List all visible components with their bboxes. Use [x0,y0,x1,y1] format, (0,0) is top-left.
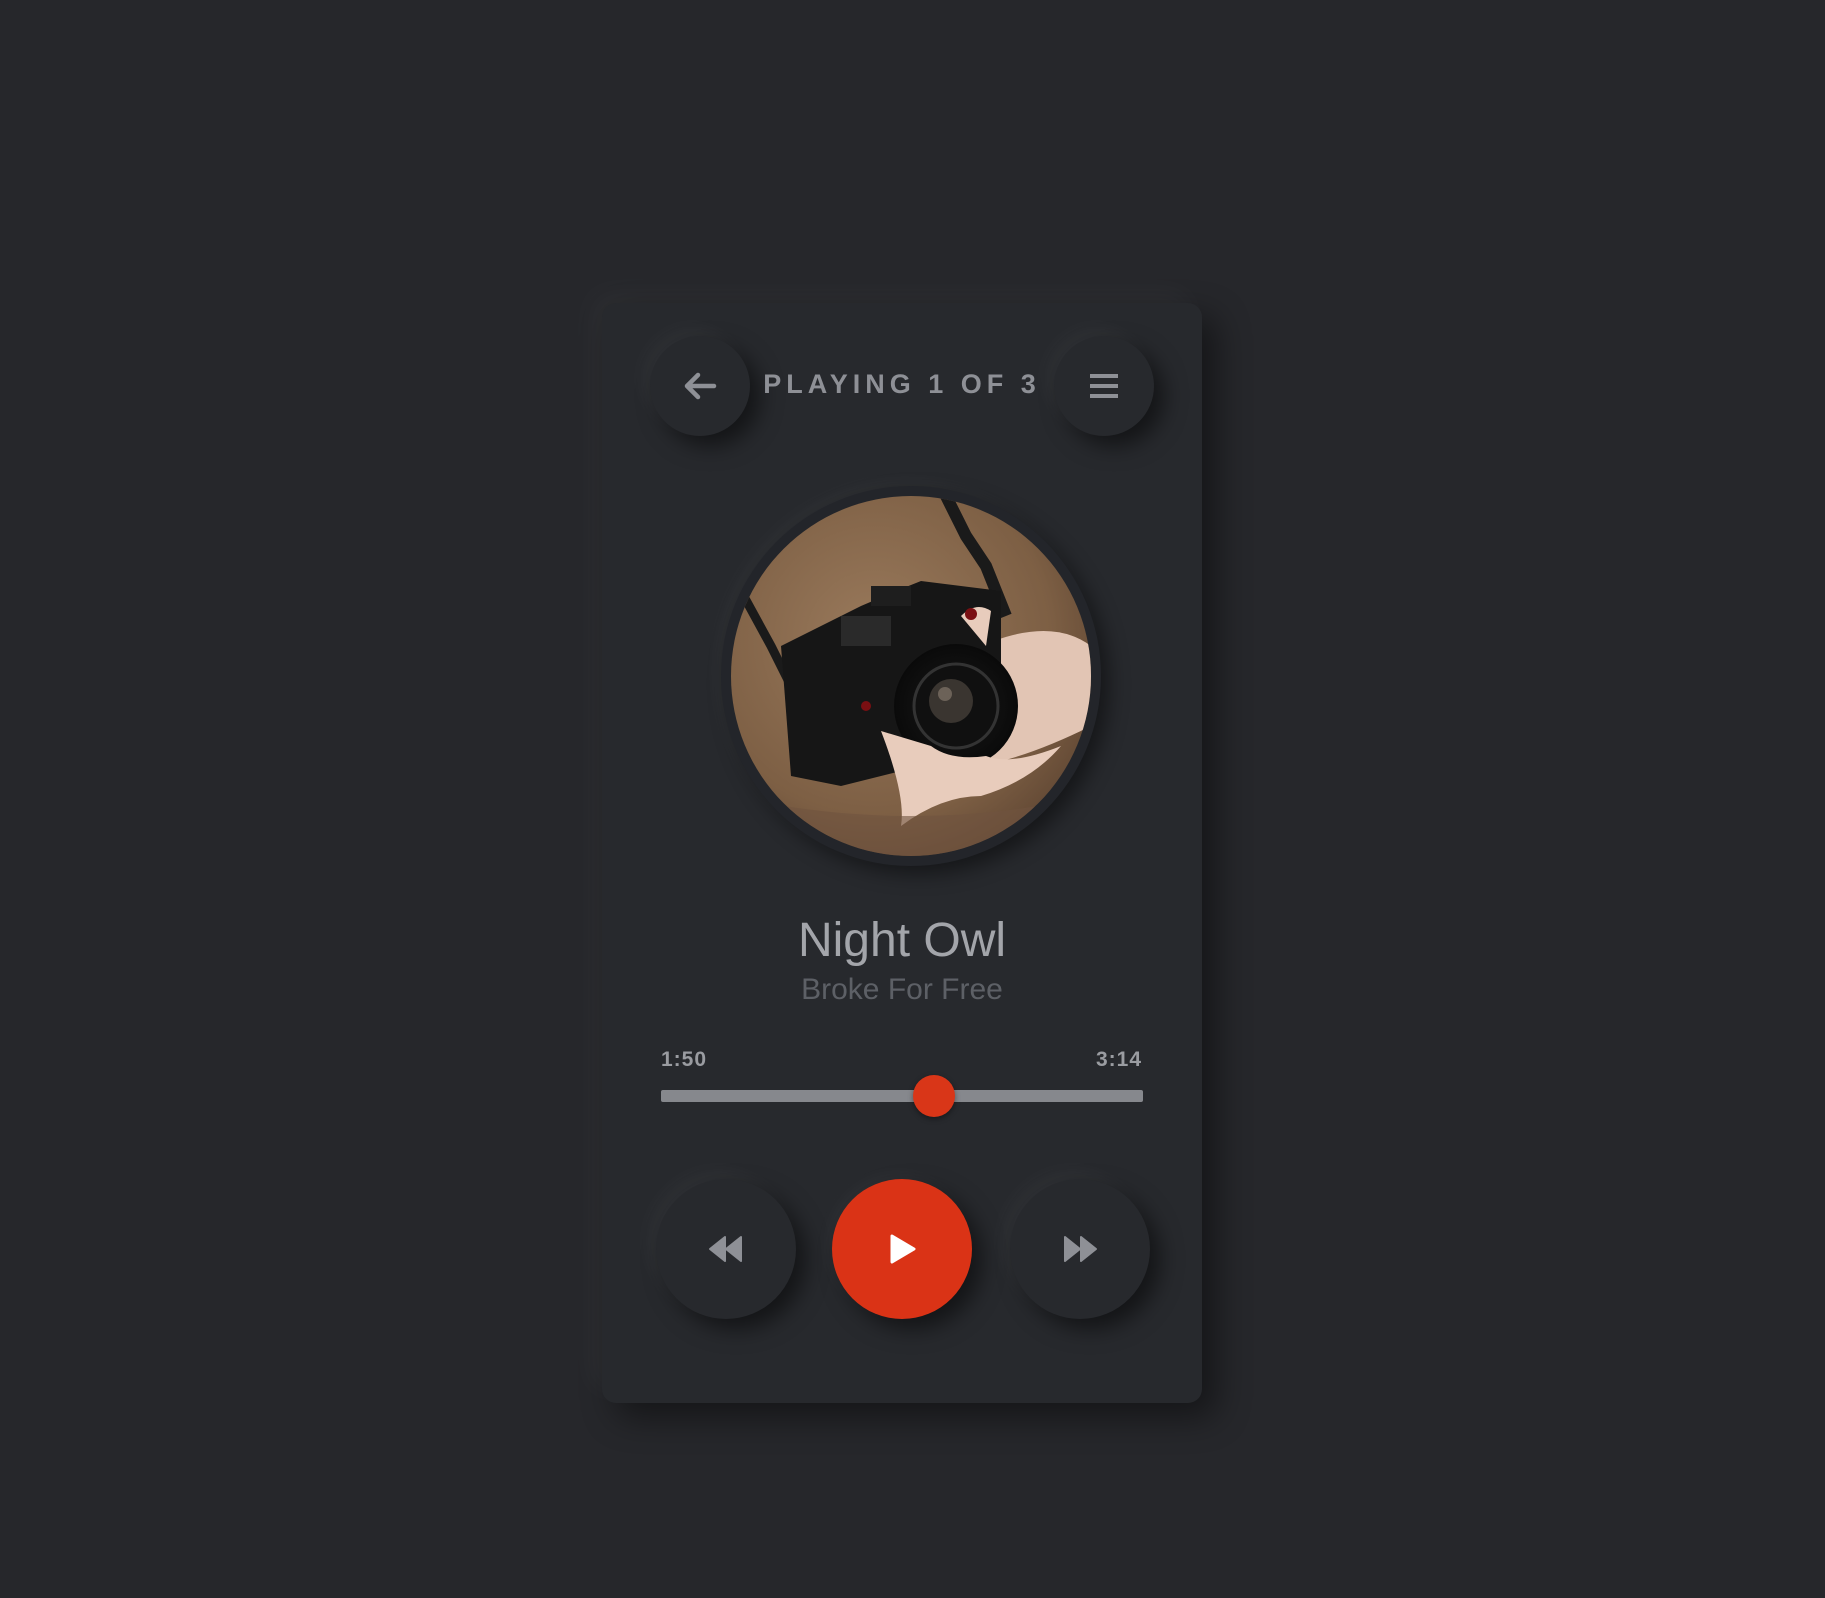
arrow-left-icon [683,371,717,401]
progress-slider[interactable] [661,1075,1143,1117]
menu-button[interactable] [1054,336,1154,436]
player-card: PLAYING 1 OF 3 Night Owl Broke For Free … [602,303,1202,1403]
track-artist: Broke For Free [801,973,1003,1006]
play-button[interactable] [832,1179,972,1319]
album-art-frame [721,486,1101,866]
progress-slider-thumb[interactable] [913,1075,956,1117]
page-title: PLAYING 1 OF 3 [763,369,1041,399]
back-button[interactable] [650,336,750,436]
fast-forward-icon [1062,1235,1098,1263]
total-time: 3:14 [1095,1048,1142,1071]
track-title: Night Owl [797,914,1007,967]
elapsed-time: 1:50 [661,1048,708,1071]
album-art-image [731,496,1091,856]
rewind-icon [708,1235,744,1263]
rewind-button[interactable] [656,1179,796,1319]
fast-forward-button[interactable] [1010,1179,1150,1319]
play-icon [887,1233,917,1265]
hamburger-menu-icon [1089,373,1119,399]
